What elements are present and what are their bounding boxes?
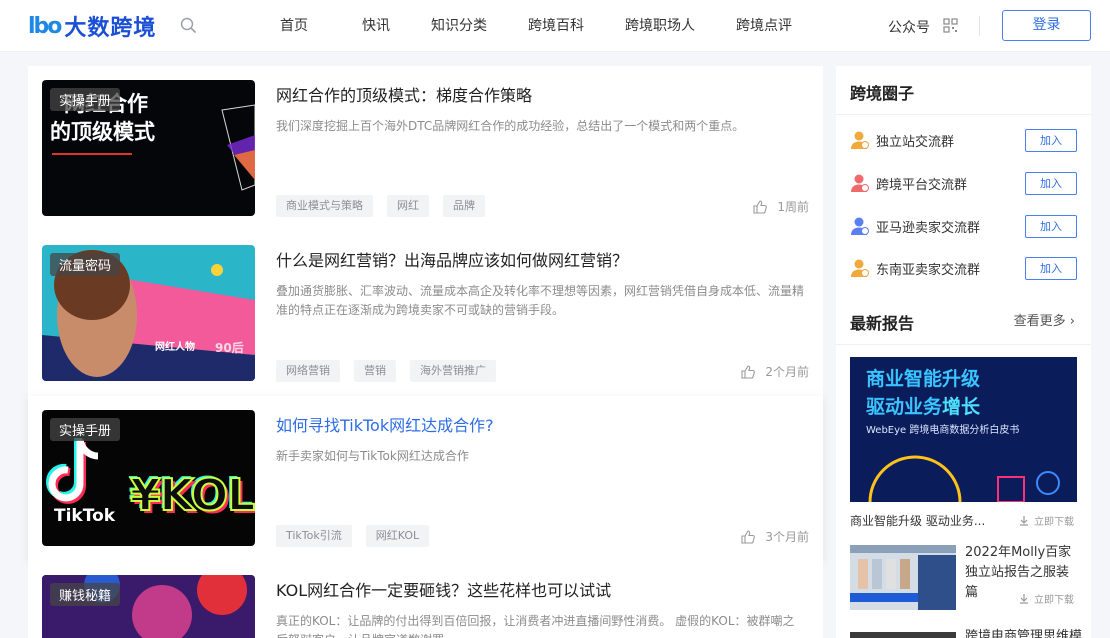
report-title[interactable]: 跨境电商管理思维模 xyxy=(965,625,1085,638)
thumbnail-line: 的顶级模式 xyxy=(50,120,155,144)
user-group-icon xyxy=(851,174,869,192)
article-card[interactable]: 赚钱秘籍 KOL网红合作一定要砸钱？这些花样也可以试试 真正的KOL：让品牌的付… xyxy=(28,561,823,638)
nav-career[interactable]: 跨境职场人 xyxy=(625,0,695,52)
search-icon[interactable] xyxy=(180,17,197,34)
header-divider xyxy=(979,16,980,36)
thumbnail-text: ¥KOL xyxy=(129,469,255,522)
tag[interactable]: 品牌 xyxy=(443,195,485,217)
thumbnail-art xyxy=(850,545,956,610)
tag[interactable]: 营销 xyxy=(354,360,396,382)
tag[interactable]: 商业模式与策略 xyxy=(276,195,373,217)
article-summary: 叠加通货膨胀、汇率波动、流量成本高企及转化率不理想等因素，网红营销凭借自身成本低… xyxy=(276,284,805,317)
join-button[interactable]: 加入 xyxy=(1025,128,1077,152)
view-more-label: 查看更多 xyxy=(1013,314,1066,329)
publish-time: 3个月前 xyxy=(765,530,809,544)
article-thumbnail[interactable]: 赚钱秘籍 xyxy=(42,575,255,638)
circle-item: 亚马逊卖家交流群 加入 xyxy=(850,214,1077,238)
tag[interactable]: 网络营销 xyxy=(276,360,340,382)
download-icon xyxy=(1020,593,1028,604)
user-group-icon xyxy=(851,259,869,277)
download-icon xyxy=(1020,515,1028,526)
like-info: 2个月前 xyxy=(741,363,809,380)
cover-art xyxy=(868,455,1060,502)
tag-list: TikTok引流 网红KOL xyxy=(276,525,443,547)
nav-news[interactable]: 快讯 xyxy=(362,0,390,52)
join-button[interactable]: 加入 xyxy=(1025,214,1077,238)
join-button[interactable]: 加入 xyxy=(1025,171,1077,195)
thumbs-up-icon[interactable] xyxy=(753,199,768,214)
qr-code-icon[interactable] xyxy=(943,18,958,33)
circle-item: 独立站交流群 加入 xyxy=(850,128,1077,152)
site-logo[interactable]: lbo 大数跨境 xyxy=(28,10,156,42)
category-badge: 实操手册 xyxy=(50,88,121,111)
report-title[interactable]: 商业智能升级 驱动业务... xyxy=(850,512,985,529)
article-summary: 新手卖家如何与TikTok网红达成合作 xyxy=(276,449,469,463)
article-card[interactable]: TikTok ¥KOL 实操手册 如何寻找TikTok网红达成合作? 新手卖家如… xyxy=(28,396,823,561)
nav-review[interactable]: 跨境点评 xyxy=(736,0,792,52)
article-thumbnail[interactable]: 网红人物 90后 流量密码 xyxy=(42,245,255,381)
category-badge: 实操手册 xyxy=(50,418,121,441)
download-label: 立即下载 xyxy=(1034,517,1074,528)
like-info: 1周前 xyxy=(753,198,809,215)
article-thumbnail[interactable]: 网红合作 的顶级模式 实操手册 xyxy=(42,80,255,216)
circle-panel: 跨境圈子 独立站交流群 加入 跨境平台交流群 加入 亚马逊卖家交流群 加入 东南… xyxy=(836,66,1091,292)
article-thumbnail[interactable]: TikTok ¥KOL 实操手册 xyxy=(42,410,255,546)
tag[interactable]: 网红KOL xyxy=(365,525,430,547)
wechat-official-account[interactable]: 公众号 xyxy=(888,17,930,37)
chevron-right-icon: › xyxy=(1069,314,1075,329)
nav-wiki[interactable]: 跨境百科 xyxy=(528,0,584,52)
user-group-icon xyxy=(851,217,869,235)
thumbs-up-icon[interactable] xyxy=(741,529,756,544)
article-card[interactable]: 网红合作 的顶级模式 实操手册 网红合作的顶级模式：梯度合作策略 我们深度挖掘上… xyxy=(28,66,823,231)
logo-mark: lbo xyxy=(28,13,62,39)
report-thumbnail[interactable] xyxy=(850,545,956,610)
article-card[interactable]: 网红人物 90后 流量密码 什么是网红营销？出海品牌应该如何做网红营销？ 叠加通… xyxy=(28,231,823,396)
report-cover[interactable]: 商业智能升级 驱动业务增长 WebEye 跨境电商数据分析白皮书 xyxy=(850,357,1077,502)
view-more-link[interactable]: 查看更多 › xyxy=(1014,310,1075,329)
category-badge: 流量密码 xyxy=(50,253,121,276)
publish-time: 1周前 xyxy=(777,200,809,214)
article-title[interactable]: 什么是网红营销？出海品牌应该如何做网红营销？ xyxy=(276,247,628,271)
category-badge: 赚钱秘籍 xyxy=(50,583,121,606)
user-group-icon xyxy=(851,131,869,149)
thumbnail-text: 90后 xyxy=(215,341,244,355)
circle-item: 跨境平台交流群 加入 xyxy=(850,171,1077,195)
tag[interactable]: 网红 xyxy=(387,195,429,217)
circle-panel-title: 跨境圈子 xyxy=(850,84,915,103)
thumbnail-text: 网红人物 xyxy=(155,342,195,353)
report-panel-title: 最新报告 xyxy=(850,314,915,333)
panel-divider xyxy=(836,114,1091,115)
panel-divider xyxy=(836,344,1091,345)
nav-knowledge[interactable]: 知识分类 xyxy=(431,0,487,52)
article-title[interactable]: KOL网红合作一定要砸钱？这些花样也可以试试 xyxy=(276,577,611,601)
tag-list: 商业模式与策略 网红 品牌 xyxy=(276,195,499,217)
article-title[interactable]: 网红合作的顶级模式：梯度合作策略 xyxy=(276,82,532,106)
report-thumbnail[interactable] xyxy=(850,632,956,638)
download-label: 立即下载 xyxy=(1034,595,1074,606)
thumbnail-text: TikTok xyxy=(54,506,116,526)
report-panel: 最新报告 查看更多 › 商业智能升级 驱动业务增长 WebEye 跨境电商数据分… xyxy=(836,292,1091,638)
article-summary: 我们深度挖掘上百个海外DTC品牌网红合作的成功经验，总结出了一个模式和两个重点。 xyxy=(276,119,745,133)
login-button[interactable]: 登录 xyxy=(1002,10,1091,41)
like-info: 3个月前 xyxy=(741,528,809,545)
publish-time: 2个月前 xyxy=(765,365,809,379)
thumbs-up-icon[interactable] xyxy=(741,364,756,379)
nav-home[interactable]: 首页 xyxy=(280,0,308,52)
circle-item: 东南亚卖家交流群 加入 xyxy=(850,256,1077,280)
circle-name: 跨境平台交流群 xyxy=(876,177,968,193)
circle-name: 东南亚卖家交流群 xyxy=(876,262,981,278)
tag[interactable]: TikTok引流 xyxy=(276,525,352,547)
tag-list: 网络营销 营销 海外营销推广 xyxy=(276,360,510,382)
join-button[interactable]: 加入 xyxy=(1025,256,1077,280)
top-header: lbo 大数跨境 首页 快讯 知识分类 跨境百科 跨境职场人 跨境点评 公众号 … xyxy=(0,0,1110,52)
download-link[interactable]: 立即下载 xyxy=(1019,591,1074,606)
logo-text: 大数跨境 xyxy=(64,16,157,41)
tag[interactable]: 海外营销推广 xyxy=(410,360,496,382)
circle-name: 独立站交流群 xyxy=(876,134,955,150)
article-title[interactable]: 如何寻找TikTok网红达成合作? xyxy=(276,412,494,436)
download-link[interactable]: 立即下载 xyxy=(1019,513,1074,528)
circle-name: 亚马逊卖家交流群 xyxy=(876,220,981,236)
main-nav: 首页 快讯 知识分类 跨境百科 跨境职场人 跨境点评 xyxy=(280,0,833,52)
article-summary: 真正的KOL：让品牌的付出得到百倍回报，让消费者冲进直播间野性消费。 虚假的KO… xyxy=(276,614,795,638)
